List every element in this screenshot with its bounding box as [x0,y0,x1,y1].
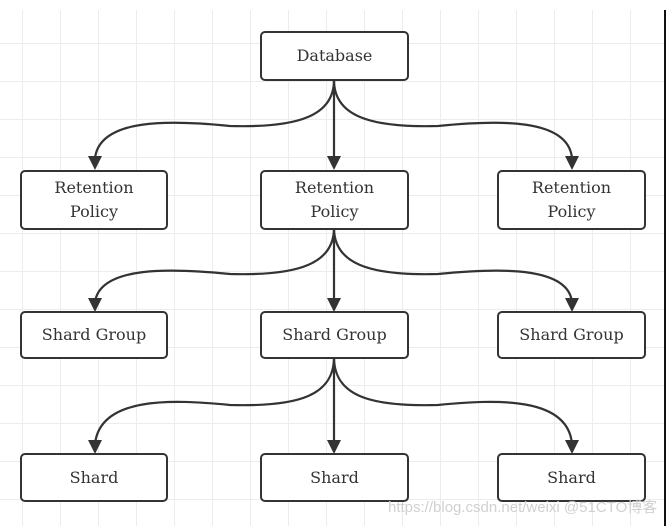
node-label-line1: Retention [54,178,134,197]
node-shard-left-label: Shard [69,467,119,487]
node-label-line1: Retention [294,178,375,197]
node-label-line2: Policy [70,202,118,221]
node-shard-group-left-label: Shard Group [41,325,147,344]
node-shard-group-center-label: Shard Group [282,325,387,344]
edge-sg-shard-right [332,356,574,445]
edge-rp-sg-left [93,227,336,303]
arrowhead-sg-right [565,298,579,312]
edge-database-rp-right [332,79,574,159]
node-database[interactable]: Database [260,31,409,81]
node-retention-policy-right[interactable]: Retention Policy [497,170,646,230]
edge-database-rp-left [93,79,336,159]
node-retention-policy-left[interactable]: Retention Policy [20,170,168,230]
node-label-line2: Policy [310,202,359,221]
arrowhead-rp-right [565,156,579,170]
edge-sg-shard-left [93,356,336,445]
node-shard-group-right-label: Shard Group [519,325,624,344]
node-shard-right-label: Shard [547,467,596,487]
node-retention-policy-center[interactable]: Retention Policy [260,170,409,230]
node-shard-group-center[interactable]: Shard Group [260,311,409,359]
node-shard-right[interactable]: Shard [497,453,646,502]
arrowhead-shard-center [327,440,341,454]
node-shard-center[interactable]: Shard [260,453,409,502]
node-label-line2: Policy [547,202,596,221]
node-database-label: Database [296,46,373,65]
node-shard-left[interactable]: Shard [20,453,168,502]
node-shard-center-label: Shard [310,467,359,487]
arrowhead-rp-left [88,156,102,170]
node-shard-group-right[interactable]: Shard Group [497,311,646,359]
node-label-line1: Retention [531,178,612,197]
watermark-text: https://blog.csdn.net/weixi @51CTO博客 [388,499,658,516]
arrowhead-shard-left [88,440,102,454]
arrowhead-shard-right [565,440,579,454]
arrowhead-sg-center [327,298,341,312]
arrowhead-sg-left [88,298,102,312]
edge-rp-sg-right [332,227,574,303]
arrowhead-rp-center [327,156,341,170]
node-shard-group-left[interactable]: Shard Group [20,311,168,359]
